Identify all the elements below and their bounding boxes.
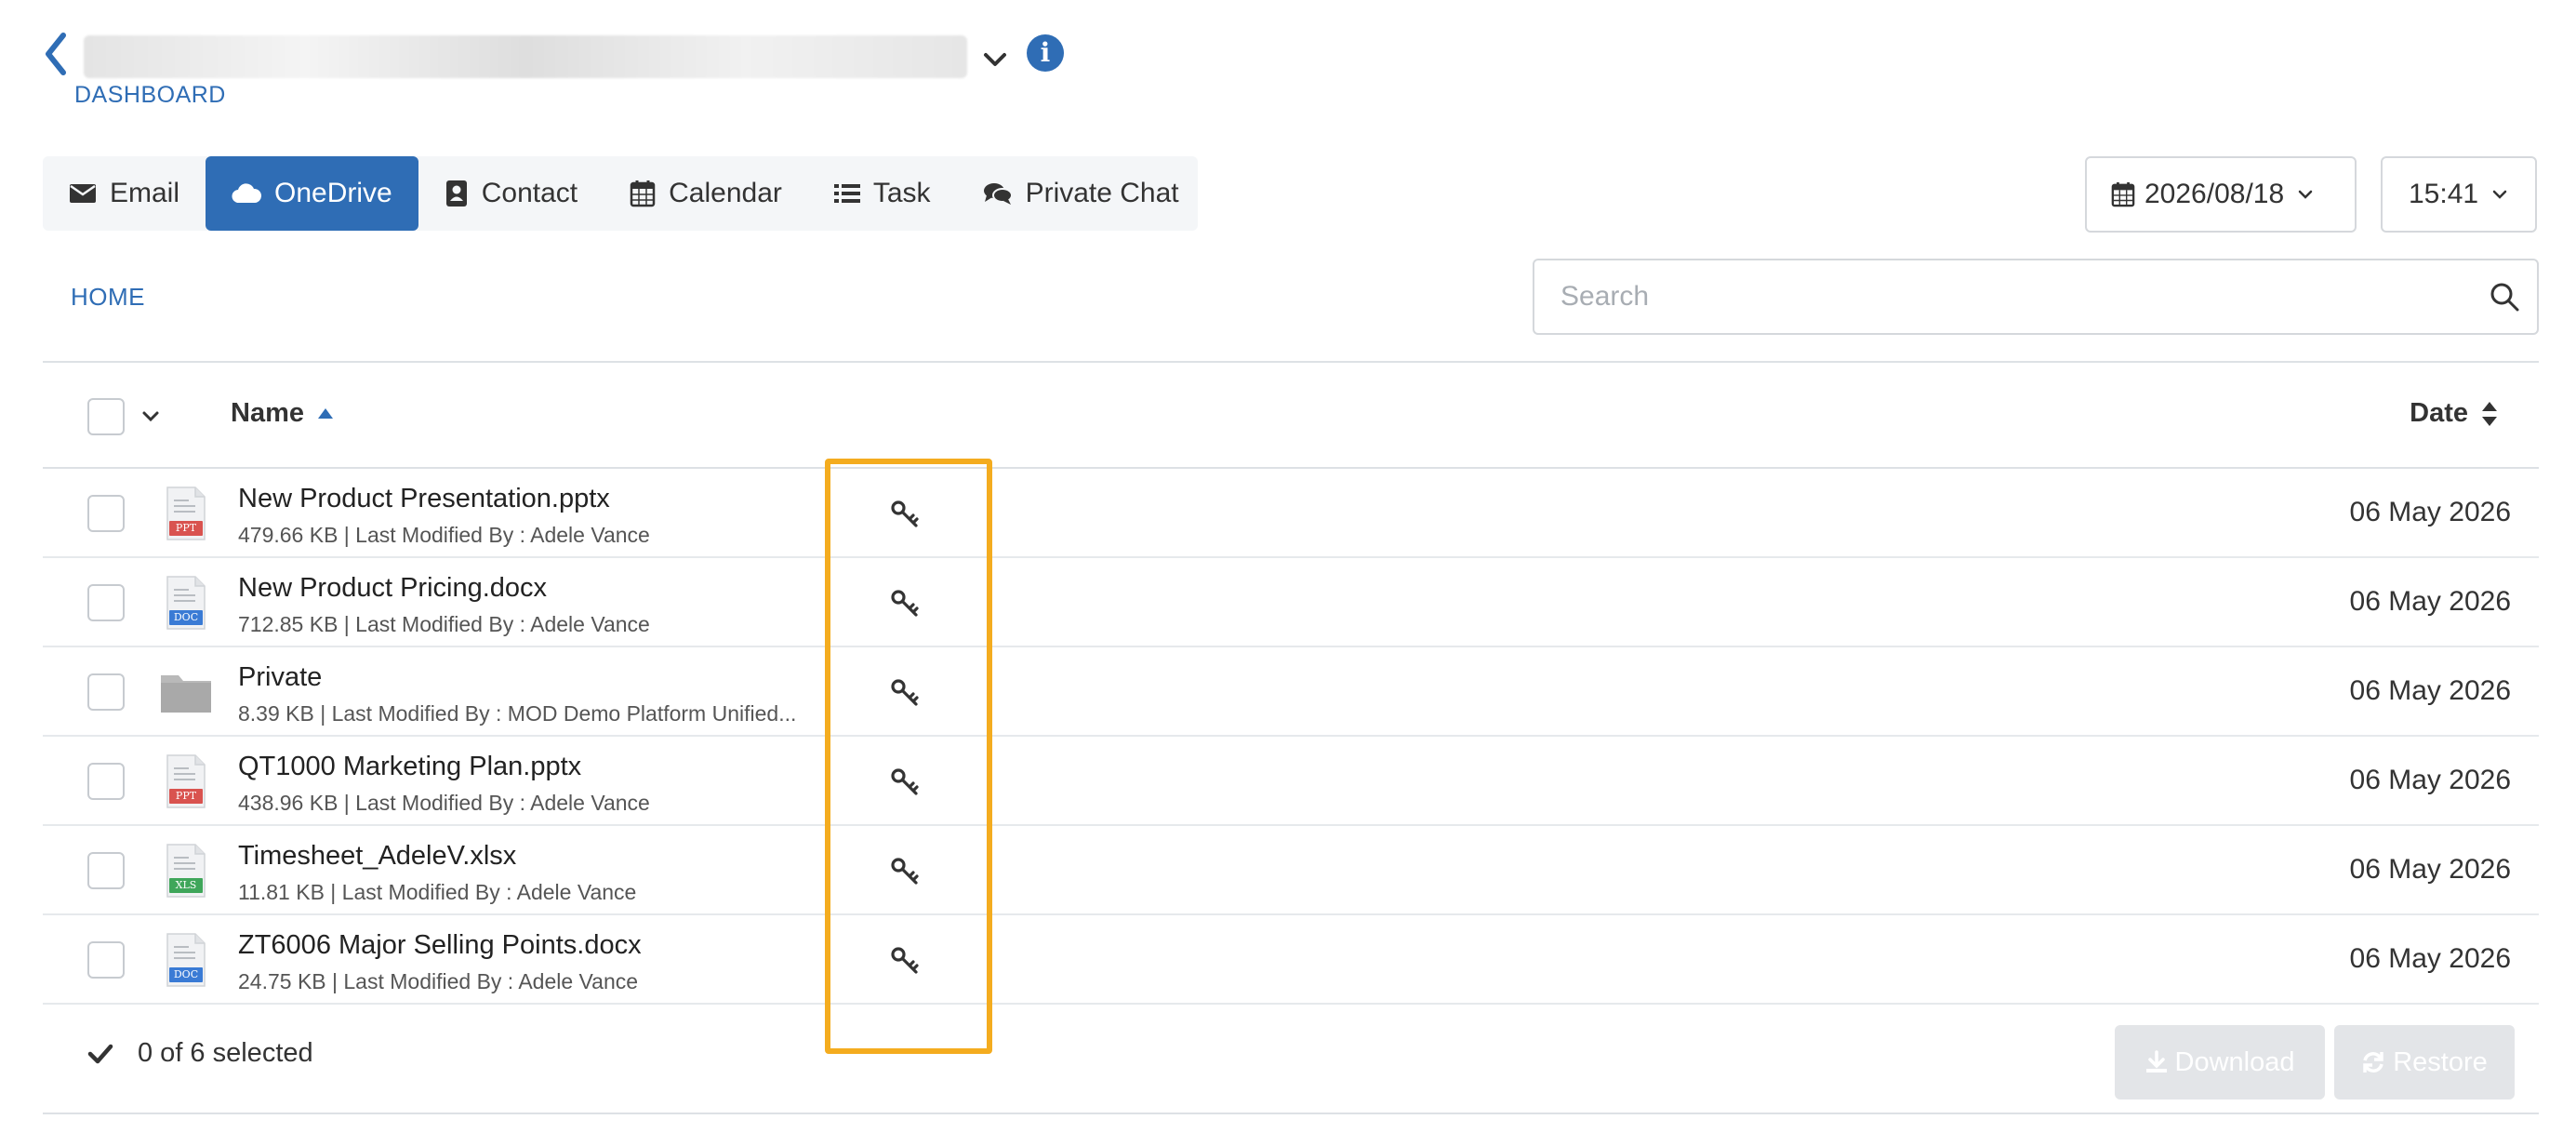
refresh-icon — [2361, 1050, 2385, 1074]
account-name-redacted — [84, 35, 967, 78]
key-icon[interactable] — [889, 588, 921, 620]
ppt-file-icon: PPT — [158, 753, 214, 809]
file-meta: 24.75 KB | Last Modified By : Adele Vanc… — [238, 969, 639, 993]
file-date: 06 May 2026 — [2349, 854, 2511, 885]
chevron-down-icon — [984, 53, 1006, 66]
tab-task[interactable]: Task — [808, 156, 957, 231]
tab-label: Private Chat — [1025, 178, 1179, 208]
table-row[interactable]: PPT New Product Presentation.pptx 479.66 K… — [43, 469, 2539, 558]
cloud-icon — [232, 183, 262, 204]
module-tabs: Email OneDrive Contact Calendar Task Pri… — [43, 156, 1198, 231]
sort-both-icon — [2481, 401, 2498, 427]
info-icon[interactable]: i — [1027, 34, 1064, 72]
ppt-file-icon: PPT — [158, 486, 214, 541]
key-icon[interactable] — [889, 499, 921, 530]
key-icon[interactable] — [889, 766, 921, 798]
folder-icon — [158, 664, 214, 720]
back-button[interactable] — [43, 32, 80, 84]
table-row[interactable]: PPT QT1000 Marketing Plan.pptx 438.96 KB |… — [43, 737, 2539, 826]
tab-calendar[interactable]: Calendar — [604, 156, 808, 231]
file-name[interactable]: Timesheet_AdeleV.xlsx — [238, 841, 516, 872]
restore-button[interactable]: Restore — [2334, 1025, 2515, 1099]
chevron-left-icon — [46, 33, 66, 75]
check-icon — [87, 1043, 113, 1065]
tab-contact[interactable]: Contact — [418, 156, 604, 231]
account-header: i DASHBOARD — [37, 26, 1153, 110]
calendar-icon — [2111, 181, 2135, 207]
file-name[interactable]: New Product Presentation.pptx — [238, 484, 610, 514]
file-meta: 8.39 KB | Last Modified By : MOD Demo Pl… — [238, 701, 797, 726]
search-input[interactable] — [1534, 260, 2464, 333]
row-checkbox[interactable] — [87, 941, 125, 979]
tab-label: Calendar — [669, 178, 782, 208]
time-value: 15:41 — [2409, 179, 2479, 209]
row-checkbox[interactable] — [87, 852, 125, 889]
tab-private-chat[interactable]: Private Chat — [957, 156, 1205, 231]
download-icon — [2145, 1050, 2168, 1074]
dashboard-link[interactable]: DASHBOARD — [74, 82, 226, 109]
search-box — [1533, 259, 2539, 335]
doc-file-icon: DOC — [158, 932, 214, 988]
file-date: 06 May 2026 — [2349, 943, 2511, 974]
row-checkbox[interactable] — [87, 673, 125, 711]
sort-ascending-icon — [317, 407, 334, 420]
date-value: 2026/08/18 — [2144, 179, 2285, 209]
chevron-down-icon[interactable] — [138, 404, 164, 430]
table-row[interactable]: DOC ZT6006 Major Selling Points.docx 24.75… — [43, 915, 2539, 1005]
file-date: 06 May 2026 — [2349, 675, 2511, 706]
file-meta: 712.85 KB | Last Modified By : Adele Van… — [238, 612, 650, 636]
file-type-label: XLS — [175, 879, 197, 891]
envelope-icon — [69, 182, 97, 205]
file-date: 06 May 2026 — [2349, 586, 2511, 617]
list-icon — [833, 182, 860, 205]
tab-label: OneDrive — [274, 178, 392, 208]
chevron-down-icon — [2490, 184, 2510, 205]
contact-card-icon — [445, 180, 469, 207]
divider — [43, 361, 2539, 363]
selection-status: 0 of 6 selected — [87, 1038, 313, 1069]
file-name[interactable]: Private — [238, 662, 322, 693]
file-meta: 479.66 KB | Last Modified By : Adele Van… — [238, 523, 650, 547]
file-type-label: DOC — [173, 611, 199, 623]
breadcrumb-home[interactable]: HOME — [71, 283, 145, 312]
table-row[interactable]: XLS Timesheet_AdeleV.xlsx 11.81 KB | Last … — [43, 826, 2539, 915]
table-row[interactable]: DOC New Product Pricing.docx 712.85 KB | L… — [43, 558, 2539, 647]
doc-file-icon: DOC — [158, 575, 214, 631]
file-type-label: DOC — [173, 968, 199, 980]
tab-label: Contact — [481, 178, 578, 208]
file-type-label: PPT — [175, 522, 197, 534]
table-row[interactable]: Private 8.39 KB | Last Modified By : MOD … — [43, 647, 2539, 737]
chat-bubbles-icon — [983, 181, 1013, 206]
calendar-icon — [630, 180, 656, 207]
file-name[interactable]: New Product Pricing.docx — [238, 573, 547, 604]
file-name[interactable]: ZT6006 Major Selling Points.docx — [238, 930, 642, 961]
row-checkbox[interactable] — [87, 763, 125, 800]
file-type-label: PPT — [175, 790, 197, 802]
tab-label: Email — [110, 178, 180, 208]
key-icon[interactable] — [889, 677, 921, 709]
xls-file-icon: XLS — [158, 843, 214, 899]
row-checkbox[interactable] — [87, 584, 125, 621]
divider — [43, 1113, 2539, 1114]
tab-email[interactable]: Email — [43, 156, 206, 231]
time-picker[interactable]: 15:41 — [2381, 156, 2537, 233]
account-dropdown-toggle[interactable] — [976, 41, 1014, 78]
file-name[interactable]: QT1000 Marketing Plan.pptx — [238, 752, 581, 782]
chevron-down-icon — [2295, 184, 2316, 205]
file-meta: 438.96 KB | Last Modified By : Adele Van… — [238, 791, 650, 815]
date-picker[interactable]: 2026/08/18 — [2085, 156, 2357, 233]
row-checkbox[interactable] — [87, 495, 125, 532]
tab-onedrive[interactable]: OneDrive — [206, 156, 418, 231]
file-meta: 11.81 KB | Last Modified By : Adele Vanc… — [238, 880, 637, 904]
key-icon[interactable] — [889, 856, 921, 887]
select-all-checkbox[interactable] — [87, 398, 125, 435]
file-date: 06 May 2026 — [2349, 497, 2511, 527]
search-icon[interactable] — [2489, 281, 2520, 313]
key-icon[interactable] — [889, 945, 921, 977]
tab-label: Task — [872, 178, 931, 208]
file-date: 06 May 2026 — [2349, 765, 2511, 795]
download-button[interactable]: Download — [2115, 1025, 2325, 1099]
column-header-name[interactable]: Name — [231, 398, 334, 429]
column-header-date[interactable]: Date — [2410, 398, 2498, 429]
